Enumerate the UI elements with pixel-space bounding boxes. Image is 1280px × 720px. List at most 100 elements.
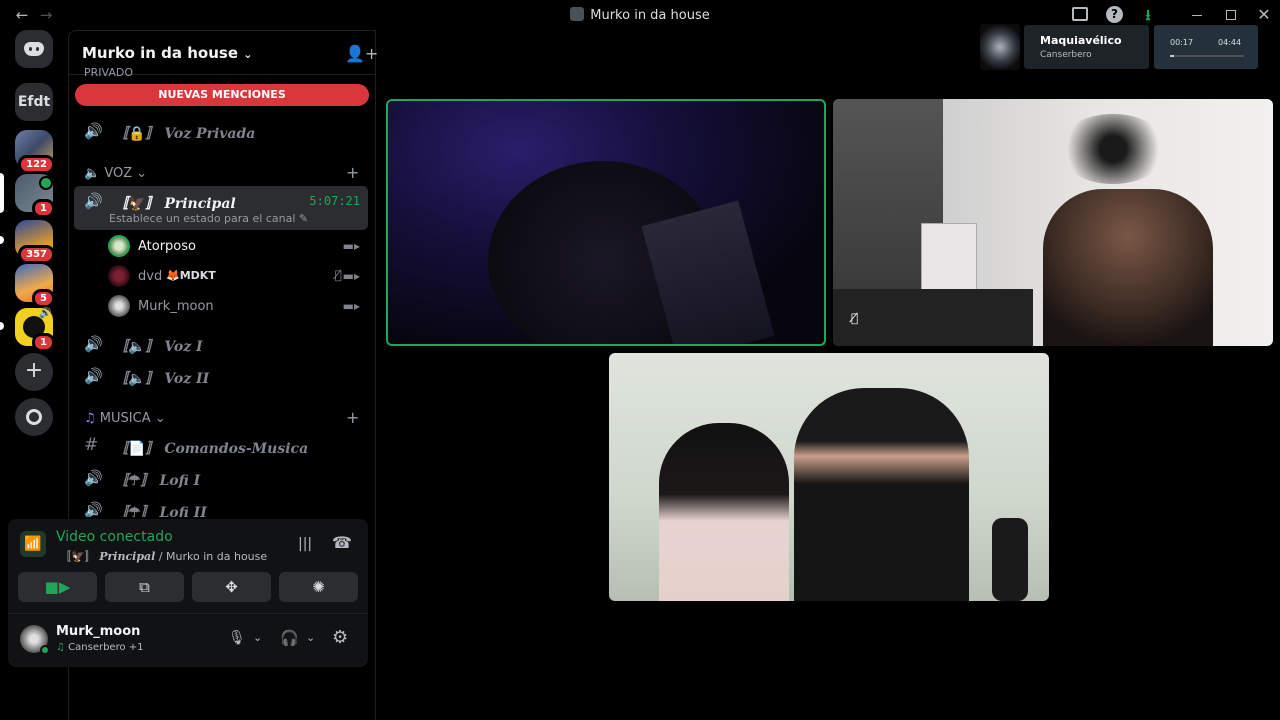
server-1-badge: 122 bbox=[18, 155, 55, 174]
umbrella-icon: ☂ bbox=[128, 505, 141, 517]
help-icon[interactable]: ? bbox=[1106, 6, 1123, 23]
new-mentions-button[interactable]: NUEVAS MENCIONES bbox=[75, 84, 369, 106]
activities-icon: ✥ bbox=[225, 578, 238, 596]
voice-user[interactable]: dvd 🦊MDKT 🎙̸ ▬▸ bbox=[108, 263, 368, 291]
speaker-icon: 🔊 bbox=[39, 308, 52, 319]
channel-lofi-ii[interactable]: 🔊 〚☂〛 Lofi II bbox=[74, 495, 368, 517]
speaker-icon: 🔈 bbox=[128, 371, 146, 387]
soundboard-button[interactable]: ✺ bbox=[279, 572, 358, 602]
channel-principal[interactable]: 🔊 〚🦅〛 Principal 5:07:21 Establece un est… bbox=[74, 186, 368, 230]
window-title: Murko in da house bbox=[0, 7, 1280, 23]
chevron-down-icon[interactable]: ⌄ bbox=[306, 631, 315, 644]
unread-pill bbox=[0, 322, 4, 330]
current-username[interactable]: Murk_moon bbox=[56, 624, 140, 639]
soundboard-icon: ✺ bbox=[312, 578, 325, 596]
mic-muted-icon: 🎙̸ bbox=[334, 268, 342, 282]
channel-lofi-i[interactable]: 🔊 〚☂〛 Lofi I bbox=[74, 463, 368, 493]
text-channel-icon: # bbox=[84, 435, 99, 455]
progress-track[interactable] bbox=[1170, 55, 1244, 57]
discord-home-button[interactable] bbox=[15, 30, 53, 68]
video-feed-detail bbox=[1058, 114, 1168, 184]
screen-share-button[interactable]: ⧉ bbox=[105, 572, 184, 602]
channel-label: Principal bbox=[99, 550, 156, 563]
channel-label: Voz Privada bbox=[164, 126, 256, 142]
add-music-channel-icon[interactable]: + bbox=[346, 408, 359, 427]
track-progress-panel: 00:17 04:44 bbox=[1154, 25, 1258, 69]
connection-channel[interactable]: 〚🦅〛 Principal / Murko in da house bbox=[60, 548, 267, 564]
voice-user[interactable]: Murk_moon ▬▸ bbox=[108, 293, 368, 321]
server-4-badge: 5 bbox=[32, 289, 55, 308]
channel-name: 〚📄〛 Comandos-Musica bbox=[114, 441, 309, 457]
discover-button[interactable] bbox=[15, 398, 53, 436]
signal-icon[interactable]: 📶 bbox=[20, 531, 46, 557]
video-camera-icon: ▬▸ bbox=[342, 239, 360, 253]
track-info: Maquiavélico Canserbero bbox=[1024, 25, 1149, 69]
maximize-icon[interactable] bbox=[1226, 10, 1236, 20]
channel-comandos-musica[interactable]: # 〚📄〛 Comandos-Musica bbox=[74, 431, 368, 461]
server-4[interactable]: 5 bbox=[15, 264, 55, 308]
screen-share-icon: ⧉ bbox=[139, 578, 150, 596]
channel-status-text: Establece un estado para el canal bbox=[109, 212, 296, 225]
headphones-icon[interactable]: 🎧 bbox=[280, 629, 299, 647]
server-efdt-label: Efdt bbox=[15, 83, 53, 121]
separator: / bbox=[158, 550, 163, 563]
invite-user-icon[interactable]: 👤+ bbox=[345, 44, 378, 63]
server-efdt[interactable]: Efdt bbox=[15, 83, 53, 121]
channel-name: 〚☂〛 Lofi I bbox=[114, 473, 201, 489]
username: Murk_moon bbox=[138, 299, 214, 314]
music-note-icon: ♫ bbox=[56, 642, 65, 653]
video-tile-dvd[interactable]: 🎙̸ bbox=[833, 99, 1273, 346]
guild-header[interactable]: Murko in da house ⌄ bbox=[82, 44, 252, 62]
private-category[interactable]: PRIVADO bbox=[84, 66, 133, 79]
chevron-down-icon[interactable]: ⌄ bbox=[253, 631, 262, 644]
elapsed-time: 00:17 bbox=[1170, 38, 1194, 47]
microphone-icon[interactable]: 🎙 bbox=[228, 630, 246, 646]
channel-voz-i[interactable]: 🔊 〚🔈〛 Voz I bbox=[74, 329, 368, 359]
speaker-icon: 🔊 bbox=[84, 469, 103, 487]
music-category[interactable]: ♫ MUSICA ⌄ bbox=[84, 411, 166, 426]
soundboard-icon[interactable]: ||| bbox=[298, 536, 312, 552]
chevron-down-icon: ⌄ bbox=[154, 411, 166, 426]
activities-button[interactable]: ✥ bbox=[192, 572, 271, 602]
add-voice-channel-icon[interactable]: + bbox=[346, 163, 359, 182]
video-tile-atorposo[interactable] bbox=[386, 99, 826, 346]
server-1[interactable]: 122 bbox=[15, 130, 55, 174]
add-server-button[interactable]: + bbox=[15, 353, 53, 391]
disconnect-icon[interactable]: ☎ bbox=[332, 533, 352, 552]
chevron-down-icon: ⌄ bbox=[136, 166, 148, 181]
user-tag: 🦊MDKT bbox=[166, 269, 216, 282]
category-label: MUSICA bbox=[99, 411, 151, 426]
camera-button[interactable]: ■▶ bbox=[18, 572, 97, 602]
server-5-badge: 1 bbox=[32, 333, 55, 352]
channel-voz-ii[interactable]: 🔊 〚🔈〛 Voz II bbox=[74, 361, 368, 391]
minimize-icon[interactable] bbox=[1192, 15, 1202, 16]
now-playing-widget[interactable]: Maquiavélico Canserbero 00:17 04:44 bbox=[980, 24, 1260, 70]
video-tile-murk-moon[interactable] bbox=[609, 353, 1049, 601]
channel-status[interactable]: Establece un estado para el canal ✎ bbox=[109, 212, 308, 225]
server-2[interactable]: 1 bbox=[15, 174, 55, 218]
guild-name: Murko in da house bbox=[82, 44, 238, 62]
speaker-icon: 🔈 bbox=[84, 166, 101, 181]
channel-label: Voz I bbox=[164, 339, 203, 355]
avatar bbox=[108, 235, 130, 257]
server-2-voice-icon bbox=[39, 176, 53, 190]
voice-category[interactable]: 🔈 VOZ ⌄ bbox=[84, 166, 147, 181]
speaker-icon: 🔊 bbox=[84, 192, 103, 210]
category-label: VOZ bbox=[104, 166, 133, 181]
voice-user[interactable]: Atorposo ▬▸ bbox=[108, 233, 368, 261]
settings-gear-icon[interactable]: ⚙ bbox=[332, 627, 348, 648]
user-activity-text: Canserbero +1 bbox=[68, 642, 144, 653]
video-feed-detail bbox=[921, 223, 977, 293]
video-camera-icon: ■▶ bbox=[44, 578, 71, 596]
channel-name: 〚🦅〛 Principal bbox=[114, 196, 236, 212]
server-2-badge: 1 bbox=[32, 199, 55, 218]
server-5[interactable]: 🔊 1 bbox=[15, 308, 55, 352]
inbox-icon[interactable] bbox=[1072, 7, 1088, 21]
server-3[interactable]: 357 bbox=[15, 220, 55, 264]
connection-status[interactable]: Video conectado bbox=[56, 529, 173, 545]
channel-label: Principal bbox=[164, 196, 236, 212]
channel-name: 〚🔒〛 Voz Privada bbox=[114, 126, 256, 142]
channel-label: Lofi II bbox=[159, 505, 207, 517]
progress-fill bbox=[1170, 55, 1175, 57]
channel-voz-privada[interactable]: 🔊 〚🔒〛 Voz Privada bbox=[74, 116, 368, 146]
